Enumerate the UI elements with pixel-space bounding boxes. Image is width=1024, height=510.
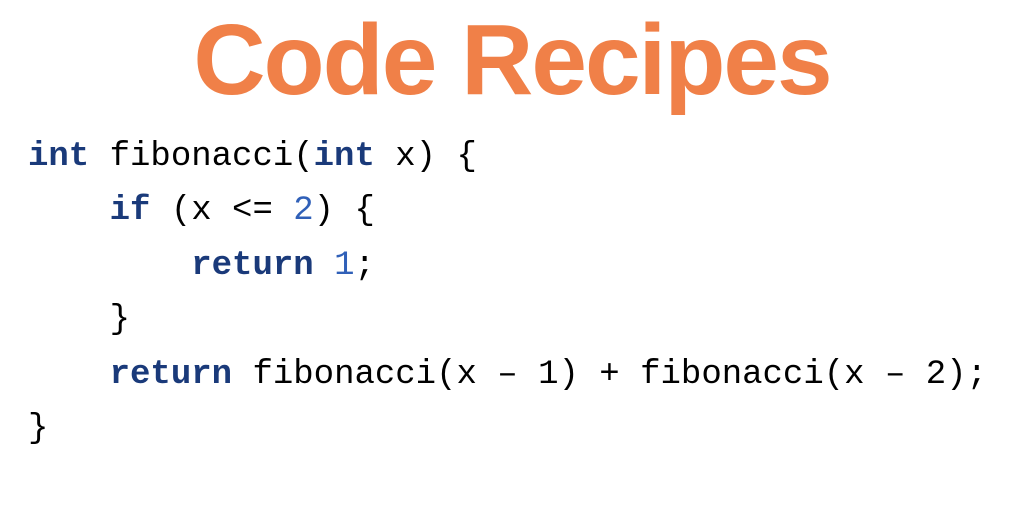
keyword-return: return: [110, 356, 232, 394]
number-literal: 2: [293, 192, 313, 230]
indent: [28, 301, 110, 339]
code-snippet: int fibonacci(int x) { if (x <= 2) { ret…: [0, 130, 1024, 456]
brace: }: [28, 410, 48, 448]
number-literal: 1: [334, 247, 354, 285]
indent: [28, 356, 110, 394]
code-text: (x <=: [150, 192, 293, 230]
keyword-return: return: [191, 247, 313, 285]
code-text: ) {: [314, 192, 375, 230]
page-title: Code Recipes: [0, 10, 1024, 110]
keyword-int: int: [28, 138, 89, 176]
keyword-int-param: int: [314, 138, 375, 176]
keyword-if: if: [110, 192, 151, 230]
code-text: fibonacci(x – 1) + fibonacci(x – 2);: [232, 356, 987, 394]
indent: [28, 192, 110, 230]
code-text: ;: [354, 247, 374, 285]
code-text: [314, 247, 334, 285]
code-text: x) {: [375, 138, 477, 176]
indent: [28, 247, 191, 285]
brace: }: [110, 301, 130, 339]
function-name: fibonacci(: [89, 138, 313, 176]
